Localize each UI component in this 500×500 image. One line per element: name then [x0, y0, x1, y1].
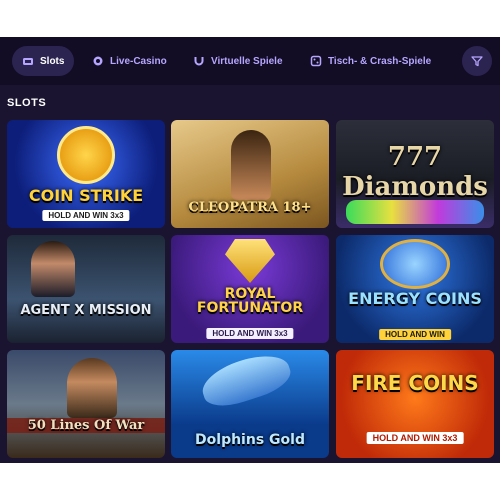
dice-icon — [310, 55, 322, 67]
tab-slots[interactable]: Slots — [12, 46, 75, 76]
tab-virtual-games[interactable]: Virtuelle Spiele — [193, 46, 283, 76]
category-nav: Slots Live-Casino Virtuelle Spiele Tisch… — [0, 37, 500, 85]
game-tile-50-lines-of-war[interactable]: 50 Lines Of War — [7, 350, 165, 458]
game-tile-777-diamonds[interactable]: 777 Diamonds — [336, 120, 494, 228]
game-subtitle: HOLD AND WIN 3x3 — [366, 432, 464, 444]
game-subtitle: HOLD AND WIN 3x3 — [206, 328, 294, 339]
game-subtitle: HOLD AND WIN — [379, 329, 451, 340]
tab-label: Virtuelle Spiele — [211, 55, 283, 67]
game-art — [231, 130, 271, 200]
game-title: 50 Lines Of War — [7, 418, 165, 433]
game-art — [197, 350, 295, 413]
game-title: AGENT X MISSION — [20, 303, 152, 318]
game-title: ENERGY COINS — [348, 289, 482, 308]
game-title: CLEOPATRA 18+ — [188, 200, 312, 215]
filter-button[interactable] — [462, 46, 492, 76]
game-tile-coin-strike[interactable]: COIN STRIKE HOLD AND WIN 3x3 — [7, 120, 165, 228]
game-art — [31, 241, 75, 297]
game-subtitle: HOLD AND WIN 3x3 — [42, 210, 130, 221]
game-art — [225, 239, 275, 283]
game-art — [346, 200, 484, 224]
game-tile-dolphins-gold[interactable]: Dolphins Gold — [171, 350, 329, 458]
games-grid: COIN STRIKE HOLD AND WIN 3x3 CLEOPATRA 1… — [7, 120, 494, 463]
game-title: ROYAL FORTUNATOR — [196, 286, 304, 316]
casino-app: Slots Live-Casino Virtuelle Spiele Tisch… — [0, 37, 500, 463]
game-title: Dolphins Gold — [195, 432, 305, 448]
game-tile-energy-coins[interactable]: ENERGY COINS HOLD AND WIN — [336, 235, 494, 343]
game-tile-fire-coins[interactable]: FIRE COINS HOLD AND WIN 3x3 — [336, 350, 494, 458]
game-title: COIN STRIKE — [28, 186, 144, 205]
horseshoe-icon — [194, 57, 204, 66]
game-title: 777 Diamonds — [342, 142, 488, 202]
slot-machine-icon — [23, 58, 33, 65]
game-art — [380, 239, 450, 289]
live-casino-icon — [93, 56, 103, 66]
game-tile-agent-x-mission[interactable]: AGENT X MISSION — [7, 235, 165, 343]
tab-label: Tisch- & Crash-Spiele — [328, 55, 432, 67]
tab-label: Slots — [40, 55, 65, 67]
tab-table-crash-games[interactable]: Tisch- & Crash-Spiele — [310, 46, 431, 76]
tab-live-casino[interactable]: Live-Casino — [92, 46, 167, 76]
game-art — [57, 126, 115, 184]
game-art — [67, 358, 117, 418]
filter-icon — [471, 56, 483, 67]
game-title: FIRE COINS — [351, 371, 479, 395]
section-title: SLOTS — [7, 97, 47, 109]
game-tile-cleopatra[interactable]: CLEOPATRA 18+ — [171, 120, 329, 228]
game-tile-royal-fortunator[interactable]: ROYAL FORTUNATOR HOLD AND WIN 3x3 — [171, 235, 329, 343]
tab-label: Live-Casino — [110, 55, 167, 67]
